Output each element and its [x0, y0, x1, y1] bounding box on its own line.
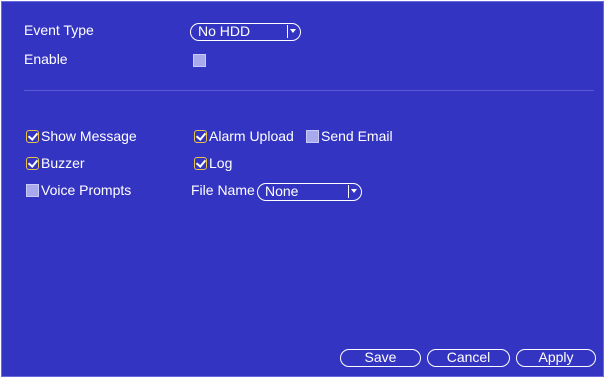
buzzer-label: Buzzer [41, 155, 85, 171]
event-type-value: No HDD [198, 23, 251, 39]
cancel-button[interactable]: Cancel [427, 349, 510, 367]
send-email-label: Send Email [321, 128, 393, 144]
show-message-label: Show Message [41, 128, 137, 144]
chevron-down-icon [348, 185, 359, 198]
file-name-label: File Name [191, 182, 255, 198]
buzzer-checkbox[interactable] [26, 157, 39, 170]
enable-checkbox[interactable] [193, 54, 206, 67]
alarm-upload-checkbox[interactable] [194, 130, 207, 143]
event-settings-panel: Event Type No HDD Enable Show Message Al… [1, 1, 604, 377]
log-label: Log [209, 155, 233, 171]
chevron-down-icon [287, 25, 298, 38]
save-button[interactable]: Save [340, 349, 421, 367]
show-message-checkbox[interactable] [26, 130, 39, 143]
voice-prompts-checkbox[interactable] [26, 184, 39, 197]
file-name-value: None [265, 183, 299, 199]
apply-button[interactable]: Apply [516, 349, 596, 367]
send-email-checkbox[interactable] [306, 130, 319, 143]
divider [24, 90, 594, 91]
event-type-dropdown[interactable]: No HDD [190, 23, 301, 41]
log-checkbox[interactable] [194, 157, 207, 170]
voice-prompts-label: Voice Prompts [41, 182, 132, 198]
alarm-upload-label: Alarm Upload [209, 128, 294, 144]
enable-label: Enable [24, 51, 68, 67]
file-name-dropdown[interactable]: None [257, 183, 362, 201]
event-type-label: Event Type [24, 22, 94, 38]
